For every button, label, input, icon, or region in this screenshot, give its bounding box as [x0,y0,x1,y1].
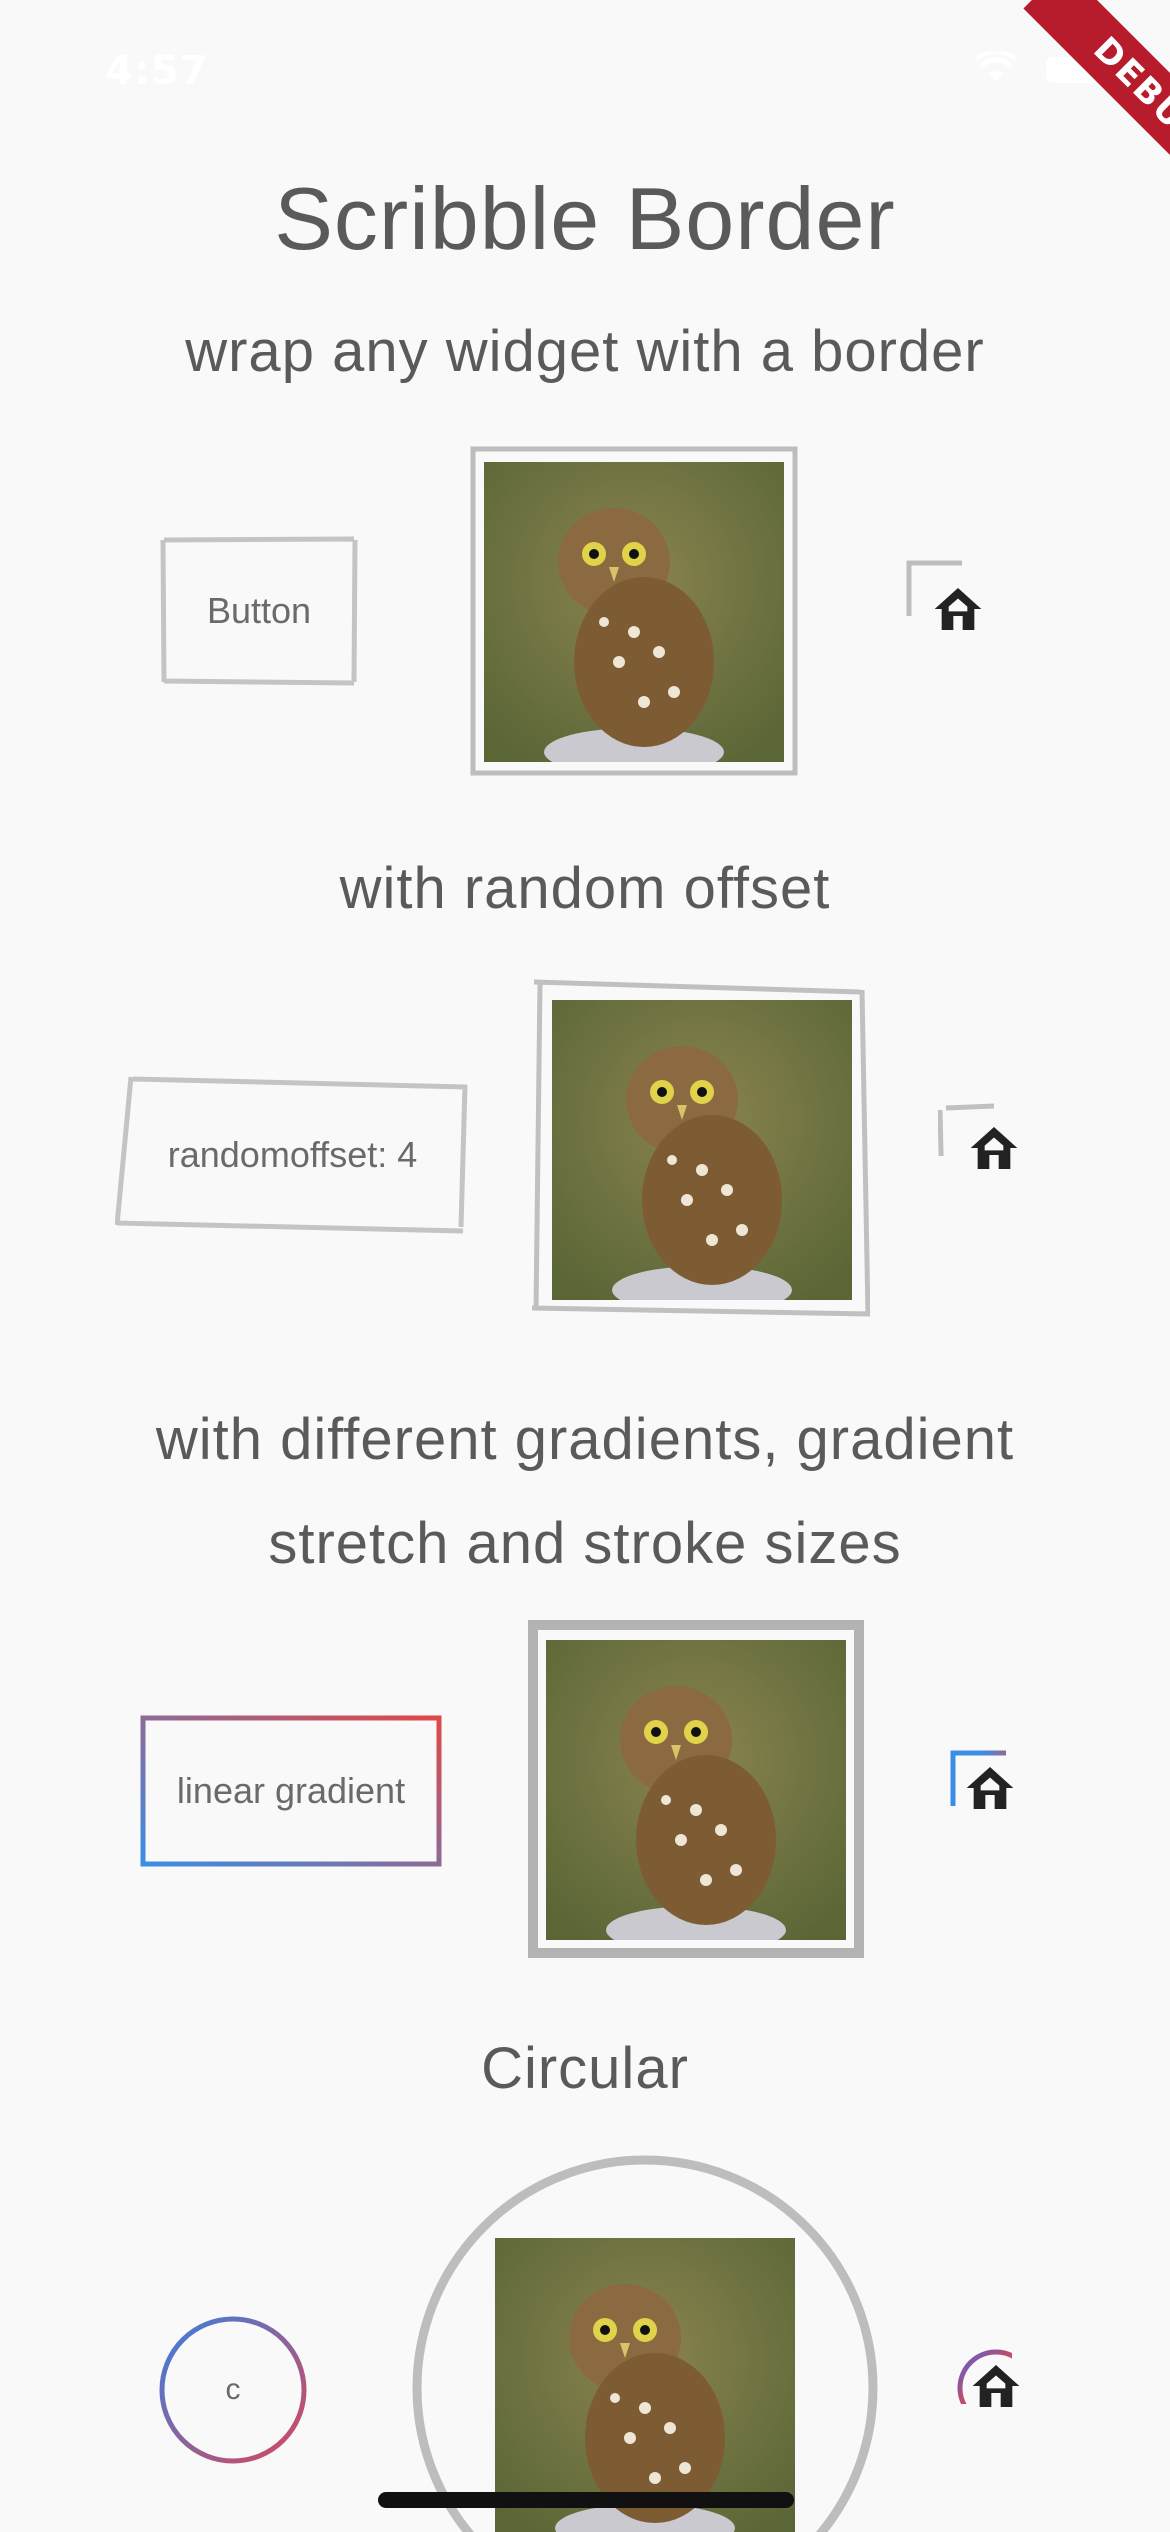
owl-image [495,2238,795,2532]
owl-photo-frame [412,2155,878,2532]
home-indicator[interactable] [378,2492,794,2508]
scribble-button-gradient[interactable]: linear gradient [140,1715,442,1867]
home-button[interactable] [950,1750,1030,1830]
status-time: 4:57 [105,48,209,94]
home-button[interactable] [938,1100,1050,1200]
owl-photo-frame [530,978,870,1320]
owl-image [546,1640,846,1940]
scribble-button[interactable]: Button [160,536,358,686]
owl-photo-frame [528,1620,864,1958]
section-heading: wrap any widget with a border [185,319,985,384]
owl-image [484,462,784,762]
home-button[interactable] [956,2348,1036,2428]
button-label: Button [206,590,312,631]
owl-photo-frame [470,446,798,776]
home-button[interactable] [906,560,1010,662]
scribble-button-random-offset[interactable]: randomoffset: 4 [115,1075,470,1235]
page-title: Scribble Border [274,169,896,268]
button-label: linear gradient [176,1770,406,1811]
button-label: c [225,2373,241,2406]
section-heading: Circular [481,2036,689,2101]
button-label: randomoffset: 4 [167,1134,418,1175]
section-heading: with different gradients, gradient stret… [155,1407,1015,1576]
owl-image [552,1000,852,1300]
section-heading: with random offset [339,856,831,921]
scribble-circle-button[interactable]: c [158,2315,308,2465]
